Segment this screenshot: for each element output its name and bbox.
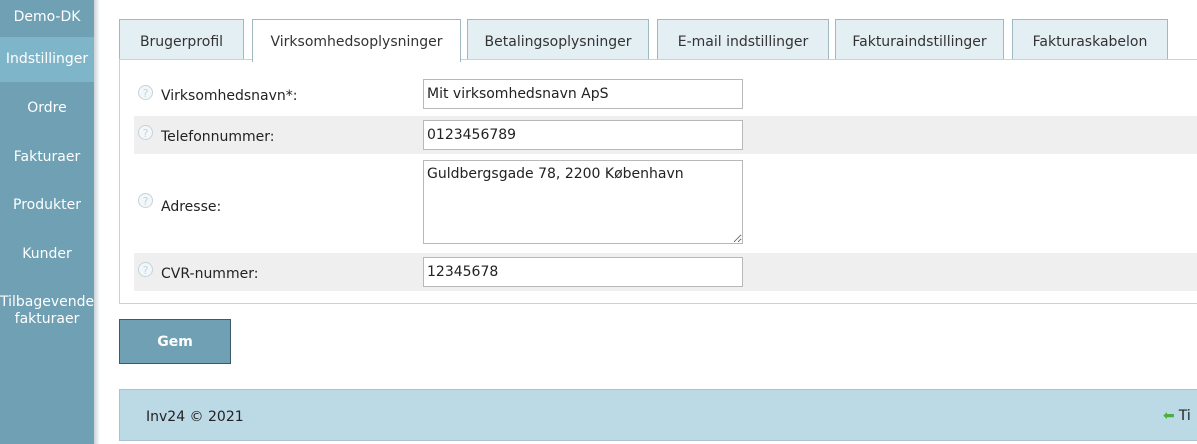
sidebar-item-kunder[interactable]: Kunder xyxy=(0,242,94,266)
tab-email-indstillinger[interactable]: E-mail indstillinger xyxy=(657,19,829,59)
sidebar-item-ordre[interactable]: Ordre xyxy=(0,96,94,120)
company-name-label: Virksomhedsnavn*: xyxy=(161,88,298,104)
cvr-label: CVR-nummer: xyxy=(161,266,259,282)
help-icon[interactable]: ? xyxy=(138,193,153,208)
sidebar-item-label: Produkter xyxy=(13,197,81,213)
footer-link[interactable]: ⬅ Ti xyxy=(1163,408,1191,424)
tab-label: Betalingsoplysninger xyxy=(484,34,632,50)
sidebar-item-label: Ordre xyxy=(27,100,67,116)
tab-fakturaskabelon[interactable]: Fakturaskabelon xyxy=(1012,19,1168,59)
tab-label: Virksomhedsoplysninger xyxy=(270,34,443,50)
sidebar-item-indstillinger[interactable]: Indstillinger xyxy=(0,37,94,82)
cvr-input[interactable] xyxy=(423,257,743,287)
footer: Inv24 © 2021 ⬅ Ti xyxy=(119,389,1197,441)
phone-label: Telefonnummer: xyxy=(161,129,275,145)
tab-betalingsoplysninger[interactable]: Betalingsoplysninger xyxy=(467,19,649,59)
brand-label[interactable]: Demo-DK xyxy=(0,0,94,34)
tab-fakturaindstillinger[interactable]: Fakturaindstillinger xyxy=(835,19,1004,59)
tab-label: Brugerprofil xyxy=(139,34,224,50)
tab-label: Fakturaindstillinger xyxy=(852,34,987,50)
sidebar-item-label: fakturaer xyxy=(14,311,80,327)
footer-link-label: Ti xyxy=(1178,408,1191,424)
tab-brugerprofil[interactable]: Brugerprofil xyxy=(119,19,244,59)
help-icon[interactable]: ? xyxy=(138,125,153,140)
sidebar-item-label: Fakturaer xyxy=(13,149,81,165)
copyright-text: Inv24 © 2021 xyxy=(146,409,244,425)
sidebar: Demo-DK Indstillinger Ordre Fakturaer Pr… xyxy=(0,0,100,444)
sidebar-item-fakturaer[interactable]: Fakturaer xyxy=(0,145,94,169)
sidebar-item-tilbagevender-fakturaer[interactable]: Tilbagevender fakturaer xyxy=(0,294,100,328)
help-icon[interactable]: ? xyxy=(138,262,153,277)
address-textarea[interactable]: Guldbergsgade 78, 2200 København xyxy=(423,160,743,244)
help-icon[interactable]: ? xyxy=(138,85,153,100)
sidebar-item-produkter[interactable]: Produkter xyxy=(0,193,94,217)
tab-virksomhedsoplysninger[interactable]: Virksomhedsoplysninger xyxy=(252,19,461,62)
save-button[interactable]: Gem xyxy=(119,319,231,364)
arrow-left-icon: ⬅ xyxy=(1163,408,1175,424)
sidebar-item-label: Tilbagevender xyxy=(0,294,100,310)
phone-input[interactable] xyxy=(423,120,743,150)
tab-label: E-mail indstillinger xyxy=(677,34,809,50)
address-label: Adresse: xyxy=(161,199,222,215)
sidebar-item-label: Kunder xyxy=(22,246,72,262)
sidebar-shadow xyxy=(94,0,100,444)
tab-label: Fakturaskabelon xyxy=(1032,34,1148,50)
company-name-input[interactable] xyxy=(423,79,743,109)
sidebar-item-label: Indstillinger xyxy=(5,51,89,67)
